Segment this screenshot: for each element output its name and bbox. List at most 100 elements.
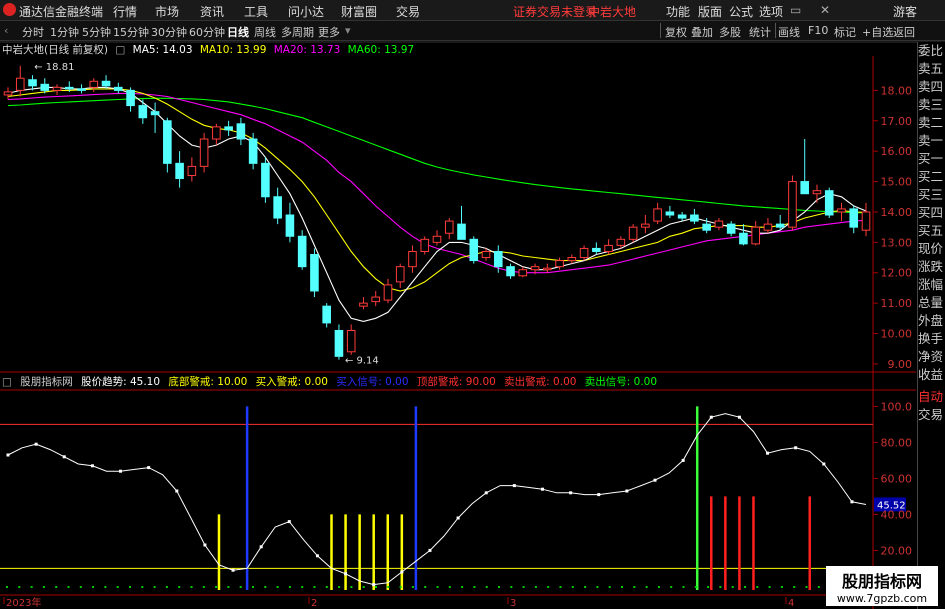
baseline-dot [276, 586, 279, 588]
trend-point [259, 545, 263, 549]
x-axis-label: 2023年 [6, 596, 41, 609]
price-tick-label: 12.00 [881, 267, 913, 280]
high-price-label: ← 18.81 [34, 62, 74, 73]
baseline-dot [522, 586, 525, 588]
candle-body [310, 254, 319, 292]
candle-body [89, 80, 99, 88]
baseline-dot [30, 586, 33, 588]
panel-item: 卖一 [918, 133, 944, 148]
baseline-dot [547, 586, 550, 588]
baseline-dot [92, 586, 95, 588]
trend-point [794, 446, 798, 450]
candle-body [653, 208, 662, 222]
baseline-dot [362, 586, 365, 588]
baseline-dot [252, 586, 254, 588]
candle-body [775, 223, 785, 228]
trend-point [681, 458, 685, 462]
baseline-dot [756, 586, 759, 588]
main-chart[interactable]: 18.00 17.00 16.00 15.00 14.00 13.00 12.00 11.00… [0, 0, 945, 609]
candle-body [481, 250, 491, 259]
candle-body [383, 284, 393, 301]
baseline-dot [399, 586, 402, 588]
indicator-tick-label: 100.0 [881, 400, 913, 413]
current-value-label: 45.52 [877, 500, 906, 511]
candle-body [77, 88, 86, 91]
baseline-dot [424, 586, 427, 588]
candle-body [763, 223, 773, 231]
trend-point [456, 516, 460, 520]
candle-body [3, 91, 13, 96]
baseline-dot [621, 586, 623, 588]
auto-trade-button[interactable]: 自动 [918, 388, 945, 406]
candle-body [322, 305, 331, 324]
baseline-dot [473, 586, 476, 588]
baseline-dot [485, 586, 488, 588]
candle-body [371, 296, 381, 303]
baseline-dot [6, 586, 8, 588]
candle-body [138, 105, 148, 119]
candle-body [444, 220, 454, 234]
baseline-dot [153, 586, 156, 588]
trend-point [119, 469, 123, 473]
baseline-dot [202, 586, 205, 588]
x-axis-label: 2 [311, 598, 317, 609]
candle-body [641, 223, 650, 228]
baseline-dot [744, 586, 746, 588]
candle-body [224, 126, 233, 131]
baseline-dot [338, 586, 341, 588]
candle-body [285, 214, 295, 237]
baseline-dot [584, 586, 587, 588]
baseline-dot [165, 586, 168, 588]
candle-body [28, 79, 37, 87]
candle-body [248, 138, 258, 164]
baseline-dot [227, 586, 230, 588]
candle-body [420, 238, 430, 252]
trend-point [766, 451, 770, 455]
trend-point [231, 568, 235, 572]
trend-point [653, 478, 657, 482]
baseline-dot [670, 586, 673, 588]
candle-body [114, 86, 123, 91]
baseline-dot [559, 586, 562, 588]
baseline-dot [498, 586, 500, 588]
candle-body [126, 89, 135, 107]
price-tick-label: 16.00 [881, 145, 913, 158]
candle-body [408, 250, 417, 268]
candle-body [493, 250, 503, 268]
candle-body [187, 165, 197, 176]
candle-body [236, 123, 246, 140]
price-tick-label: 11.00 [881, 297, 913, 310]
baseline-dot [707, 586, 710, 588]
trend-point [569, 491, 573, 495]
panel-item: 涨幅 [918, 277, 944, 292]
candle-body [359, 302, 368, 307]
baseline-dot [67, 586, 70, 588]
baseline-dot [805, 586, 808, 588]
trend-point [6, 453, 10, 457]
candle-body [628, 226, 638, 240]
candle-body [199, 138, 209, 167]
baseline-dot [215, 586, 218, 588]
candle-body [52, 86, 62, 91]
x-axis-label: 3 [510, 598, 516, 609]
panel-item: 涨跌 [918, 259, 944, 274]
quote-side-panel: 委比 卖五 卖四 卖三 卖二 卖一 买一 买二 买三 买四 买五 现价 涨跌 涨… [917, 42, 945, 609]
baseline-dot [116, 586, 119, 588]
candle-body [812, 190, 822, 195]
trend-point [344, 572, 348, 576]
baseline-dot [178, 586, 181, 588]
panel-item: 买五 [918, 223, 944, 238]
panel-item: 收益 [918, 367, 944, 382]
trend-point [62, 455, 66, 459]
trade-label[interactable]: 交易 [918, 406, 945, 424]
trend-point [400, 570, 404, 574]
panel-item: 卖五 [918, 61, 944, 76]
panel-item: 买二 [918, 169, 944, 184]
ma5-line [7, 86, 867, 322]
baseline-dot [18, 586, 21, 588]
baseline-dot [694, 586, 697, 588]
price-tick-label: 13.00 [881, 236, 913, 249]
baseline-dot [325, 586, 328, 588]
trend-point [822, 462, 826, 466]
trend-point [90, 464, 94, 468]
